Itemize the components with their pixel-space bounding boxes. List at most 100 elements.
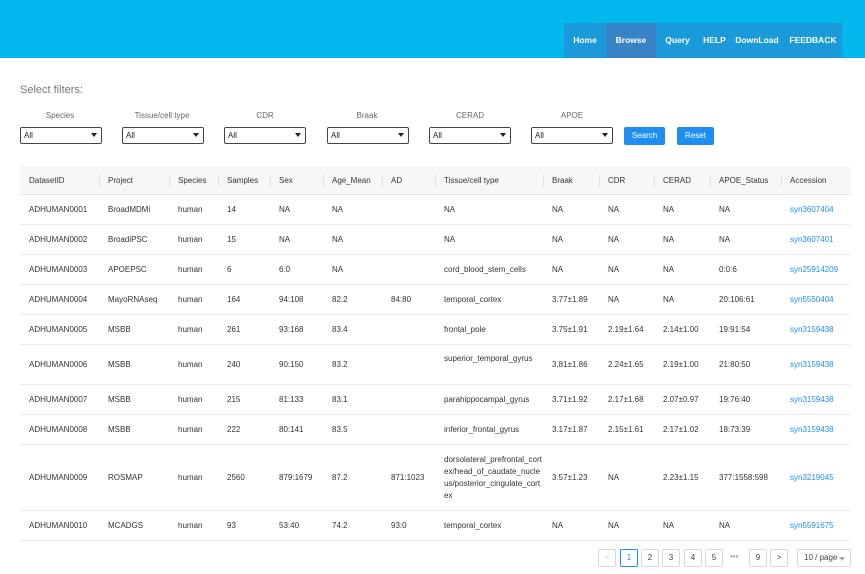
cell-ad: 84:80 (391, 295, 412, 304)
cell-accession[interactable]: syn3159438 (790, 325, 834, 334)
cell-sex: 94:108 (279, 295, 304, 304)
nav-download[interactable]: DownLoad (730, 23, 784, 58)
column-divider (323, 175, 324, 187)
reset-button[interactable]: Reset (677, 127, 714, 145)
ellipsis[interactable]: ••• (730, 549, 738, 565)
cell-accession[interactable]: syn5550404 (790, 295, 834, 304)
cell-project: BroadMDMi (108, 205, 151, 214)
page-button-4[interactable]: 4 (684, 549, 702, 567)
cell-cerad: 2.19±1.00 (663, 360, 699, 369)
column-divider (99, 175, 100, 187)
cell-braak: 3.57±1.23 (552, 473, 588, 482)
cell-datasetid: ADHUMAN0003 (29, 265, 88, 274)
cell-datasetid: ADHUMAN0010 (29, 521, 88, 530)
cell-cerad: NA (663, 521, 675, 530)
cell-tissue-cell-type: superior_temporal_gyrus (444, 354, 533, 363)
filter-value: All (535, 131, 544, 140)
cell-species: human (178, 473, 203, 482)
column-divider (710, 175, 711, 187)
next-page-button[interactable]: > (770, 549, 788, 567)
cell-tissue-cell-type: NA (444, 235, 456, 244)
column-header-accession: Accession (790, 176, 827, 185)
cell-sex: NA (279, 205, 291, 214)
cell-datasetid: ADHUMAN0006 (29, 360, 88, 369)
cell-samples: 14 (227, 205, 236, 214)
cell-species: human (178, 235, 203, 244)
cell-apoe-status: NA (719, 205, 731, 214)
cell-tissue-cell-type: frontal_pole (444, 325, 486, 334)
page-size-select[interactable]: 10 / page (797, 549, 851, 567)
filter-select-tissue-cell-type[interactable]: All (122, 127, 204, 144)
page-button-5[interactable]: 5 (705, 549, 723, 567)
table-row: ADHUMAN0007 MSBB human 215 81:133 83.1 parahip… (20, 385, 851, 415)
page-button-2[interactable]: 2 (641, 549, 659, 567)
prev-page-button[interactable]: < (598, 549, 616, 567)
cell-apoe-status: 20:106:61 (719, 295, 755, 304)
column-header-braak: Braak (552, 176, 573, 185)
column-header-ad: AD (391, 176, 403, 185)
cell-accession[interactable]: syn3219045 (790, 473, 834, 482)
cell-sex: 53:40 (279, 521, 300, 530)
table-row: ADHUMAN0004 MayoRNAseq human 164 94:108 82.2 8… (20, 285, 851, 315)
cell-age-mean: NA (332, 265, 344, 274)
cell-accession[interactable]: syn3607401 (790, 235, 834, 244)
cell-accession[interactable]: syn3607404 (790, 205, 834, 214)
cell-species: human (178, 265, 203, 274)
cell-species: human (178, 295, 203, 304)
column-header-datasetid: DatasetID (29, 176, 65, 185)
nav-feedback[interactable]: FEEDBACK (784, 23, 842, 58)
filter-select-cdr[interactable]: All (224, 127, 306, 144)
filter-select-cerad[interactable]: All (429, 127, 511, 144)
nav-home[interactable]: Home (564, 23, 606, 58)
chevron-down-icon (295, 133, 301, 137)
cell-age-mean: 82.2 (332, 295, 348, 304)
filter-label-tissue-cell-type: Tissue/cell type (134, 111, 190, 120)
table-row: ADHUMAN0002 BroadiPSC human 15 NA NA NA NA NA NA N… (20, 225, 851, 255)
cell-accession[interactable]: syn5591675 (790, 521, 834, 530)
cell-apoe-status: 19:91:54 (719, 325, 751, 334)
cell-apoe-status: 18:73:39 (719, 425, 751, 434)
main-nav: Home Browse Query HELP DownLoad FEEDBACK (564, 23, 842, 58)
cell-samples: 6 (227, 265, 232, 274)
cell-samples: 2560 (227, 473, 245, 482)
filter-select-apoe[interactable]: All (531, 127, 613, 144)
cell-age-mean: 83.4 (332, 325, 348, 334)
filter-value: All (24, 131, 33, 140)
nav-help[interactable]: HELP (699, 23, 730, 58)
cell-age-mean: 83.2 (332, 360, 348, 369)
cell-project: MSBB (108, 325, 131, 334)
cell-datasetid: ADHUMAN0002 (29, 235, 88, 244)
filters-title: Select filters: (20, 84, 83, 96)
cell-accession[interactable]: syn3159438 (790, 395, 834, 404)
cell-tissue-cell-type: parahippocampal_gyrus (444, 395, 530, 404)
filter-label-braak: Braak (356, 111, 378, 120)
table-row: ADHUMAN0006 MSBB human 240 90:150 83.2 superio… (20, 345, 851, 385)
nav-browse[interactable]: Browse (606, 23, 656, 58)
cell-datasetid: ADHUMAN0005 (29, 325, 88, 334)
chevron-down-icon (398, 133, 404, 137)
search-button[interactable]: Search (624, 127, 665, 145)
cell-cerad: NA (663, 205, 675, 214)
column-divider (270, 175, 271, 187)
chevron-down-icon (602, 133, 608, 137)
table-row: ADHUMAN0003 APOEPSC human 6 6:0 NA cord_blood_… (20, 255, 851, 285)
cell-accession[interactable]: syn25914209 (790, 265, 838, 274)
column-divider (382, 175, 383, 187)
cell-samples: 222 (227, 425, 241, 434)
filter-select-braak[interactable]: All (327, 127, 409, 144)
page-button-3[interactable]: 3 (662, 549, 680, 567)
cell-project: MSBB (108, 360, 131, 369)
cell-samples: 93 (227, 521, 236, 530)
nav-query[interactable]: Query (656, 23, 699, 58)
cell-cerad: 2.07±0.97 (663, 395, 699, 404)
cell-cdr: NA (608, 205, 620, 214)
cell-accession[interactable]: syn3159438 (790, 360, 834, 369)
cell-cdr: NA (608, 265, 620, 274)
cell-apoe-status: NA (719, 235, 731, 244)
filter-select-species[interactable]: All (20, 127, 102, 144)
cell-datasetid: ADHUMAN0001 (29, 205, 88, 214)
cell-braak: 3.71±1.92 (552, 395, 588, 404)
page-button-9[interactable]: 9 (749, 549, 767, 567)
cell-accession[interactable]: syn3159438 (790, 425, 834, 434)
page-button-1[interactable]: 1 (620, 549, 638, 567)
